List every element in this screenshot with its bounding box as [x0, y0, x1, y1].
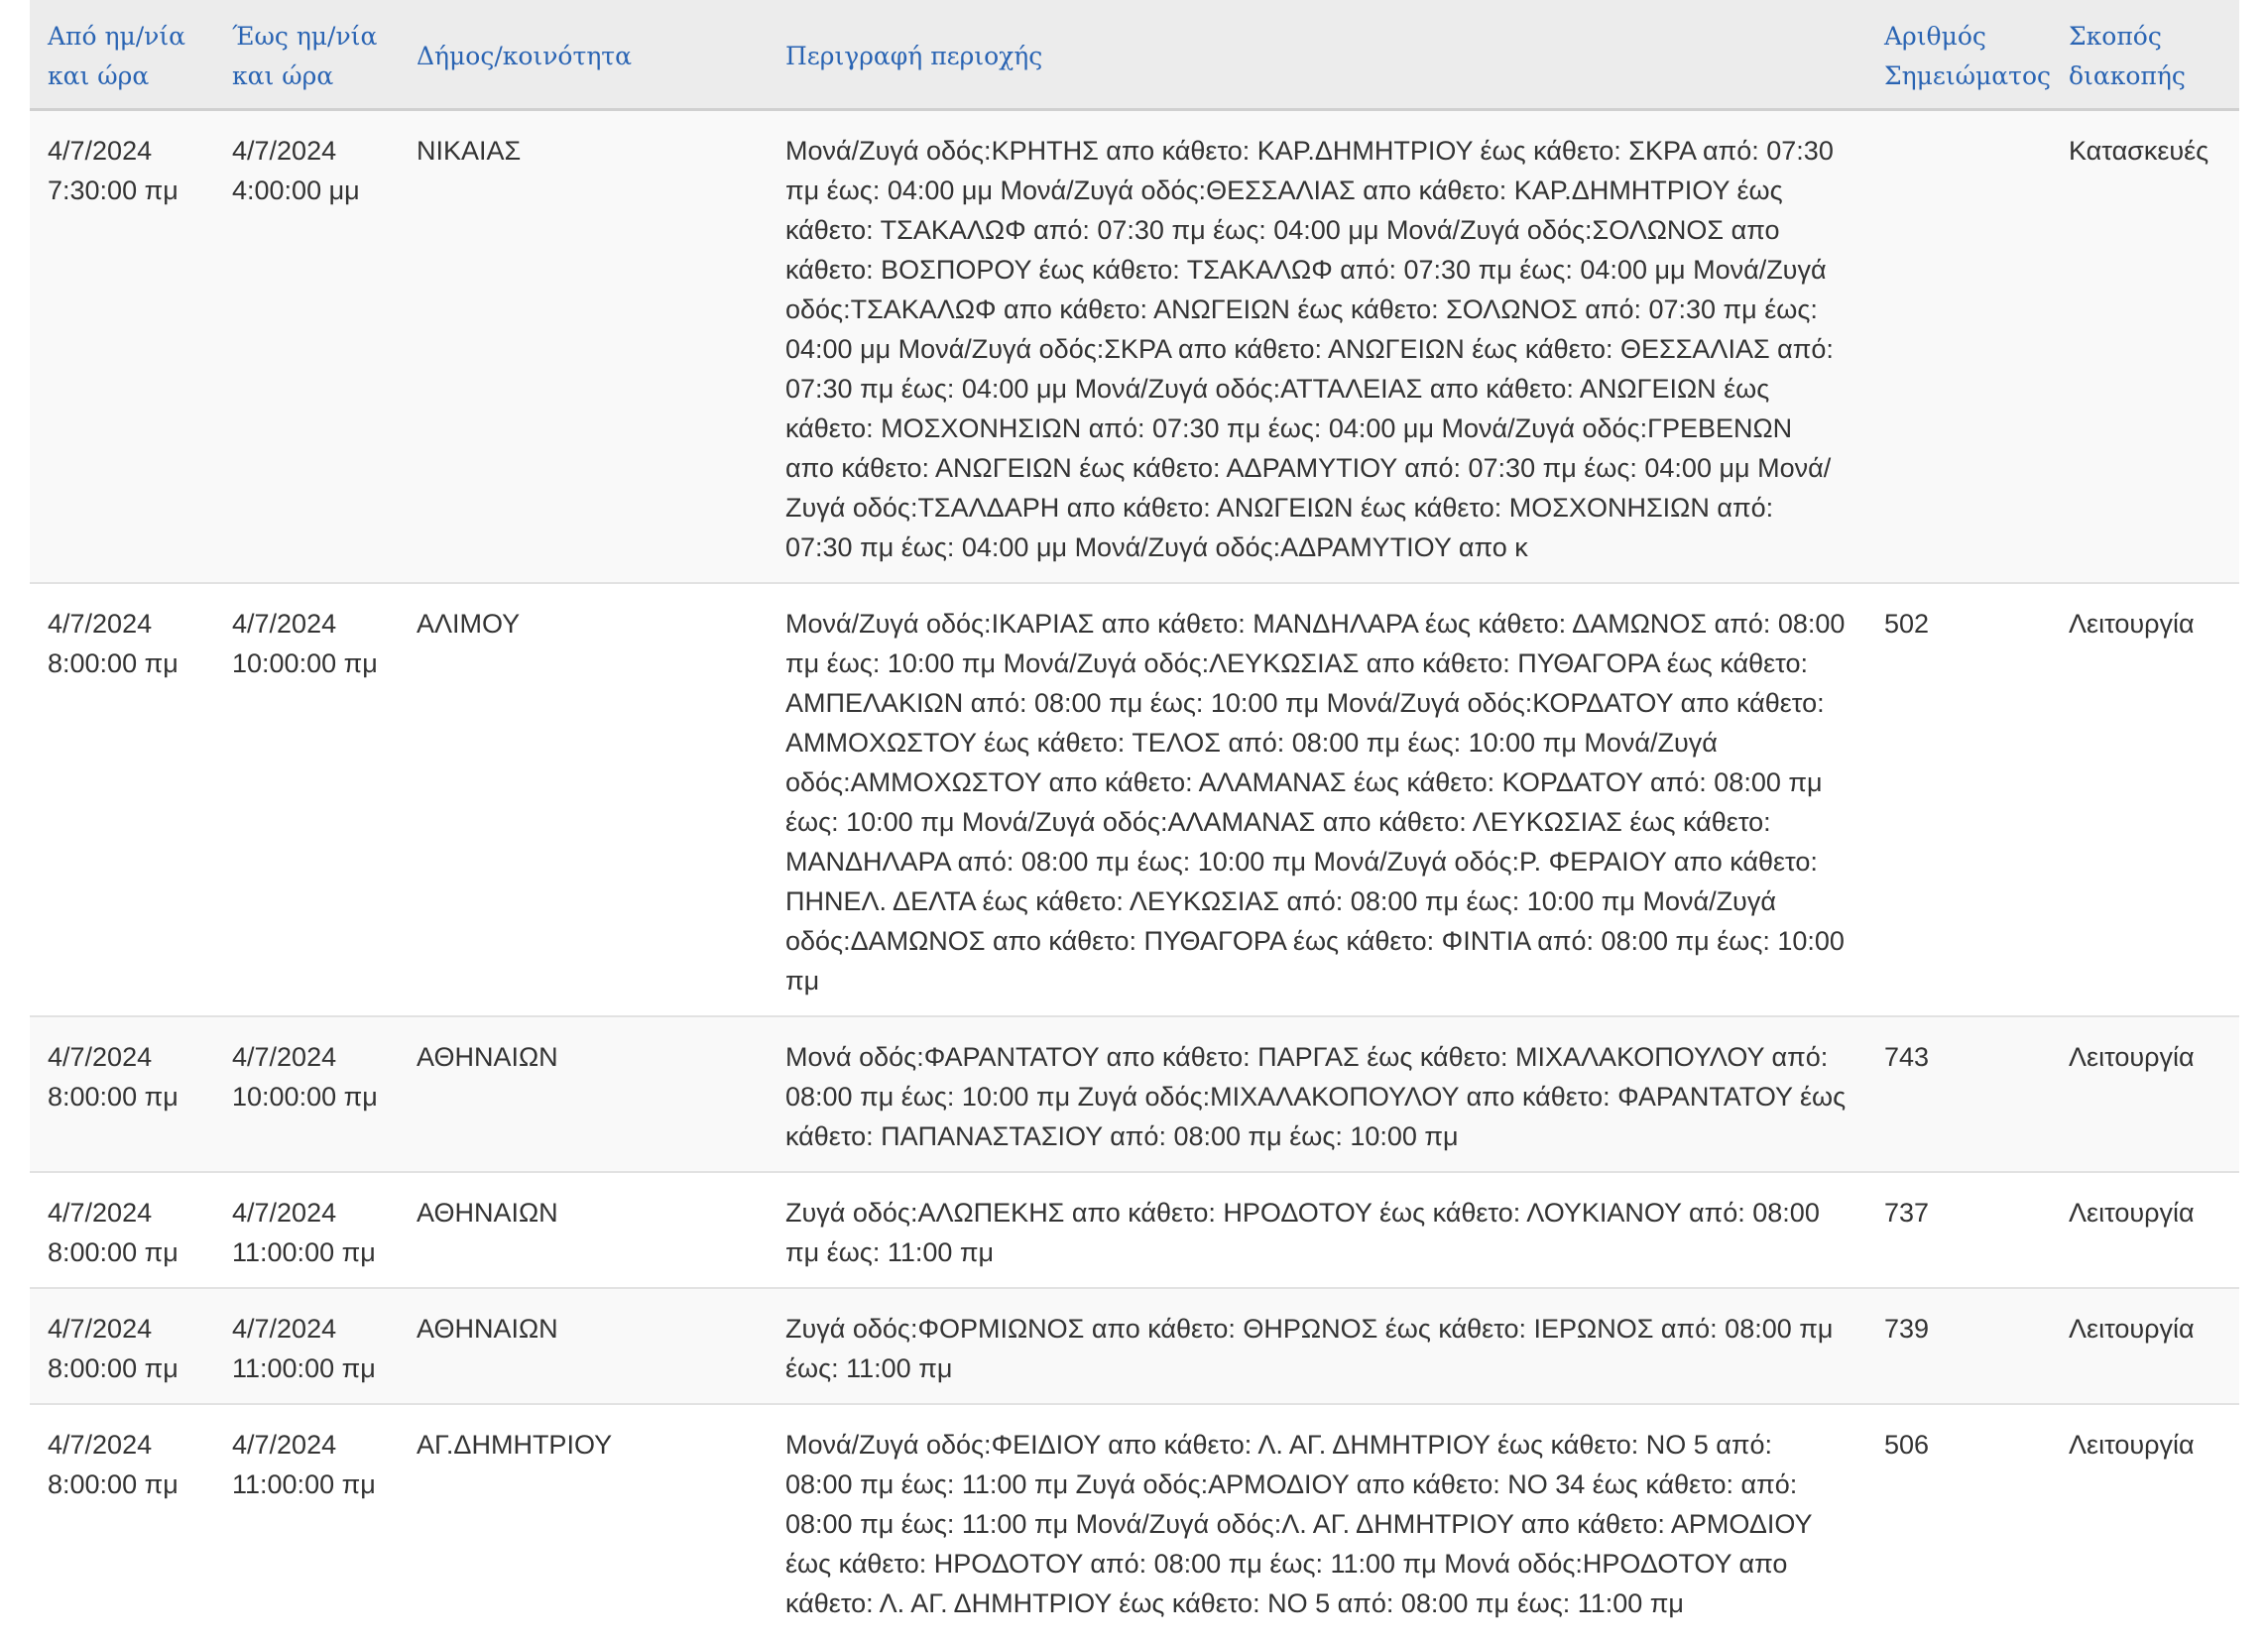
table-body: 4/7/2024 7:30:00 πμ 4/7/2024 4:00:00 μμ … — [30, 108, 2239, 1642]
header-to[interactable]: Έως ημ/νία και ώρα — [214, 0, 399, 111]
cell-note-number — [1866, 108, 2051, 583]
cell-purpose: Λειτουργία — [2051, 581, 2239, 1016]
cell-description: Ζυγά οδός:ΑΛΩΠΕΚΗΣ απο κάθετο: ΗΡΟΔΟΤΟΥ … — [768, 1170, 1866, 1288]
header-municipality[interactable]: Δήμος/κοινότητα — [399, 0, 768, 111]
cell-description: Ζυγά οδός:ΦΟΡΜΙΩΝΟΣ απο κάθετο: ΘΗΡΩΝΟΣ … — [768, 1286, 1866, 1404]
cell-municipality: ΑΘΗΝΑΙΩΝ — [399, 1014, 768, 1172]
table-row: 4/7/2024 8:00:00 πμ 4/7/2024 11:00:00 πμ… — [30, 1286, 2239, 1404]
cell-from: 4/7/2024 7:30:00 πμ — [30, 108, 214, 583]
header-from[interactable]: Από ημ/νία και ώρα — [30, 0, 214, 111]
cell-description: Μονά/Ζυγά οδός:ΚΡΗΤΗΣ απο κάθετο: ΚΑΡ.ΔΗ… — [768, 108, 1866, 583]
cell-to: 4/7/2024 11:00:00 πμ — [214, 1170, 399, 1288]
cell-from: 4/7/2024 8:00:00 πμ — [30, 1170, 214, 1288]
cell-description: Μονά οδός:ΦΑΡΑΝΤΑΤΟΥ απο κάθετο: ΠΑΡΓΑΣ … — [768, 1014, 1866, 1172]
cell-from: 4/7/2024 8:00:00 πμ — [30, 1402, 214, 1642]
table-row: 4/7/2024 8:00:00 πμ 4/7/2024 10:00:00 πμ… — [30, 581, 2239, 1016]
table-row: 4/7/2024 7:30:00 πμ 4/7/2024 4:00:00 μμ … — [30, 108, 2239, 583]
cell-description: Μονά/Ζυγά οδός:ΦΕΙΔΙΟΥ απο κάθετο: Λ. ΑΓ… — [768, 1402, 1866, 1642]
cell-from: 4/7/2024 8:00:00 πμ — [30, 581, 214, 1016]
table-row: 4/7/2024 8:00:00 πμ 4/7/2024 11:00:00 πμ… — [30, 1170, 2239, 1288]
cell-note-number: 506 — [1866, 1402, 2051, 1642]
cell-to: 4/7/2024 11:00:00 πμ — [214, 1286, 399, 1404]
table-row: 4/7/2024 8:00:00 πμ 4/7/2024 10:00:00 πμ… — [30, 1014, 2239, 1172]
cell-to: 4/7/2024 10:00:00 πμ — [214, 581, 399, 1016]
outage-table: Από ημ/νία και ώρα Έως ημ/νία και ώρα Δή… — [30, 0, 2239, 1642]
cell-municipality: ΑΘΗΝΑΙΩΝ — [399, 1170, 768, 1288]
header-row: Από ημ/νία και ώρα Έως ημ/νία και ώρα Δή… — [30, 0, 2239, 111]
cell-from: 4/7/2024 8:00:00 πμ — [30, 1014, 214, 1172]
description-text: Μονά/Ζυγά οδός:ΚΡΗΤΗΣ απο κάθετο: ΚΑΡ.ΔΗ… — [785, 135, 1834, 562]
cell-description: Μονά/Ζυγά οδός:ΙΚΑΡΙΑΣ απο κάθετο: ΜΑΝΔΗ… — [768, 581, 1866, 1016]
cell-municipality: ΝΙΚΑΙΑΣ — [399, 108, 768, 583]
cell-municipality: ΑΓ.ΔΗΜΗΤΡΙΟΥ — [399, 1402, 768, 1642]
cell-note-number: 502 — [1866, 581, 2051, 1016]
outage-table-container: Από ημ/νία και ώρα Έως ημ/νία και ώρα Δή… — [30, 0, 2239, 1642]
cell-note-number: 743 — [1866, 1014, 2051, 1172]
header-purpose[interactable]: Σκοπός διακοπής — [2051, 0, 2239, 111]
header-description[interactable]: Περιγραφή περιοχής — [768, 0, 1866, 111]
cell-purpose: Λειτουργία — [2051, 1402, 2239, 1642]
cell-from: 4/7/2024 8:00:00 πμ — [30, 1286, 214, 1404]
cell-to: 4/7/2024 10:00:00 πμ — [214, 1014, 399, 1172]
cell-to: 4/7/2024 11:00:00 πμ — [214, 1402, 399, 1642]
cell-note-number: 739 — [1866, 1286, 2051, 1404]
table-row: 4/7/2024 8:00:00 πμ 4/7/2024 11:00:00 πμ… — [30, 1402, 2239, 1642]
cell-to: 4/7/2024 4:00:00 μμ — [214, 108, 399, 583]
cell-note-number: 737 — [1866, 1170, 2051, 1288]
cell-purpose: Κατασκευές — [2051, 108, 2239, 583]
header-note-number[interactable]: Αριθμός Σημειώματος — [1866, 0, 2051, 111]
cell-purpose: Λειτουργία — [2051, 1170, 2239, 1288]
cell-purpose: Λειτουργία — [2051, 1286, 2239, 1404]
cell-purpose: Λειτουργία — [2051, 1014, 2239, 1172]
cell-municipality: ΑΘΗΝΑΙΩΝ — [399, 1286, 768, 1404]
table-header: Από ημ/νία και ώρα Έως ημ/νία και ώρα Δή… — [30, 0, 2239, 111]
cell-municipality: ΑΛΙΜΟΥ — [399, 581, 768, 1016]
